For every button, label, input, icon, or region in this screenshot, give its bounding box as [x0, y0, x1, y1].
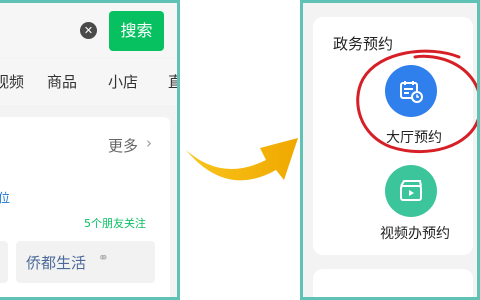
tab-video[interactable]: 视频 [0, 71, 24, 92]
search-button[interactable]: 搜索 [109, 11, 164, 51]
chip-partial[interactable] [0, 241, 8, 283]
curved-arrow [186, 138, 298, 181]
account-chip[interactable]: 侨都生活 ⚭ [16, 241, 155, 283]
video-clapper-icon[interactable] [385, 165, 437, 217]
chevron-right-icon[interactable]: › [146, 134, 152, 152]
link-icon: ⚭ [98, 251, 109, 266]
location-text: 位 [0, 189, 10, 206]
highlight-circle [356, 49, 477, 154]
left-screenshot-panel: ✕ 搜索 视频 商品 小店 直 更多 › 位 5个朋友关注 侨都生活 ⚭ [0, 0, 180, 300]
search-tabs: 视频 商品 小店 直 [0, 59, 177, 105]
next-card [313, 269, 473, 297]
chip-label: 侨都生活 [26, 254, 87, 272]
result-card: 更多 › 位 5个朋友关注 侨都生活 ⚭ [0, 117, 170, 297]
more-link[interactable]: 更多 [108, 135, 138, 156]
video-booking-label[interactable]: 视频办预约 [380, 223, 450, 243]
tab-live[interactable]: 直 [168, 71, 177, 92]
right-screenshot-panel: 政务预约 大厅预约 视频办预约 [300, 0, 480, 300]
friends-follow-text: 5个朋友关注 [84, 217, 146, 230]
tab-goods[interactable]: 商品 [47, 71, 77, 92]
tab-shop[interactable]: 小店 [108, 71, 138, 92]
search-bar: ✕ 搜索 [0, 3, 177, 57]
close-circle-icon[interactable]: ✕ [80, 22, 97, 39]
